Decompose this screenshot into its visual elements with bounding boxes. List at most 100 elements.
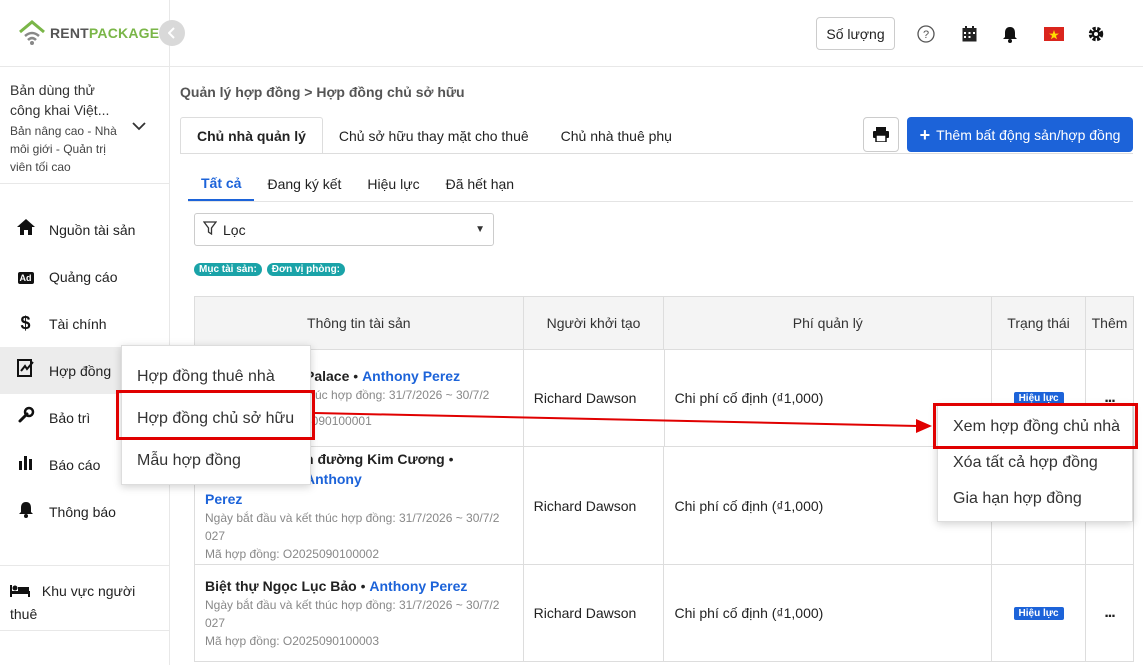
table-header: Thông tin tài sản Người khởi tạo Phí quả… xyxy=(195,297,1134,350)
tab-owner-lease-on-behalf[interactable]: Chủ sở hữu thay mặt cho thuê xyxy=(323,117,545,154)
fee-cell: Chi phí cố định (₫1,000) xyxy=(664,565,993,661)
calendar-icon[interactable] xyxy=(962,26,977,47)
asset-info-cell: Biệt thự Ngọc Lục Bảo • Anthony Perez Ng… xyxy=(195,565,524,661)
printer-icon xyxy=(873,127,889,142)
asset-name: Biệt thự Ngọc Lục Bảo xyxy=(205,578,357,594)
logo[interactable]: RENTPACKAGE xyxy=(18,20,159,46)
column-header: Trạng thái xyxy=(992,297,1086,349)
sidebar-item-finance[interactable]: $ Tài chính xyxy=(0,300,170,347)
contract-dates-wrap: 027 xyxy=(205,616,226,630)
add-button-label: Thêm bất động sản/hợp đồng xyxy=(936,126,1121,143)
column-header: Phí quản lý xyxy=(664,297,993,349)
tab-signing[interactable]: Đang ký kết xyxy=(254,166,354,202)
svg-text:?: ? xyxy=(923,29,929,41)
status-badge: Hiệu lực xyxy=(1013,606,1064,620)
separator: • xyxy=(360,578,366,594)
caret-down-icon: ▼ xyxy=(475,224,485,235)
chevron-down-icon xyxy=(132,119,146,134)
logo-text: RENTPACKAGE xyxy=(50,25,159,41)
help-icon[interactable]: ? xyxy=(917,25,935,48)
sidebar-item-tenant-area[interactable]: Khu vực người thuê xyxy=(0,565,170,631)
contract-dates-wrap: 027 xyxy=(205,528,226,543)
filter-icon xyxy=(202,221,218,238)
tab-expired[interactable]: Đã hết hạn xyxy=(433,166,528,202)
sidebar-item-notifications[interactable]: Thông báo xyxy=(0,488,170,535)
plan-name: Bản dùng thử công khai Việt... xyxy=(10,82,110,118)
creator-cell: Richard Dawson xyxy=(524,447,665,564)
bar-chart-icon xyxy=(16,454,35,475)
tab-effective[interactable]: Hiệu lực xyxy=(354,166,432,202)
separator: • xyxy=(448,450,454,467)
submenu-item-contract-template[interactable]: Mẫu hợp đồng xyxy=(122,440,310,482)
asset-name: Palace xyxy=(305,368,350,384)
owner-type-tabs: Chủ nhà quản lý Chủ sở hữu thay mặt cho … xyxy=(180,117,688,154)
sidebar-item-asset-source[interactable]: Nguồn tài sản xyxy=(0,206,170,253)
filter-chips: Mục tài sản: Đơn vị phòng: xyxy=(194,263,346,276)
gear-icon[interactable] xyxy=(1087,25,1105,48)
owner-link[interactable]: Anthony Perez xyxy=(369,578,467,594)
bed-icon xyxy=(10,581,30,603)
owner-link[interactable]: Anthony Perez xyxy=(362,368,460,384)
action-delete-all-contracts[interactable]: Xóa tất cả hợp đồng xyxy=(938,445,1132,481)
owner-link[interactable]: Anthony xyxy=(305,471,362,487)
dollar-icon: $ xyxy=(20,313,31,333)
creator-cell: Richard Dawson xyxy=(524,350,665,446)
sidebar-item-label: Nguồn tài sản xyxy=(49,221,136,238)
home-icon xyxy=(16,219,35,240)
add-property-contract-button[interactable]: + Thêm bất động sản/hợp đồng xyxy=(907,117,1133,152)
tab-landlord-managed[interactable]: Chủ nhà quản lý xyxy=(180,117,323,154)
bell-icon xyxy=(16,501,35,523)
subtabs-divider xyxy=(188,201,1133,202)
status-cell: Hiệu lực xyxy=(992,565,1087,661)
contract-dates: Ngày bắt đầu và kết thúc hợp đồng: 31/7/… xyxy=(205,510,500,525)
plan-subtitle: Bản nâng cao - Nhà môi giới - Quản trị v… xyxy=(10,124,117,174)
logo-rent: RENT xyxy=(50,25,89,41)
top-header: Số lượng ? xyxy=(170,0,1143,67)
breadcrumb: Quản lý hợp đồng > Hợp đồng chủ sở hữu xyxy=(180,84,465,100)
asset-name: n đường Kim Cương xyxy=(305,450,445,467)
vietnam-flag-icon[interactable] xyxy=(1044,27,1064,46)
asset-title: Palace • Anthony Perez xyxy=(305,366,460,386)
creator-cell: Richard Dawson xyxy=(524,565,665,661)
contract-dates: thúc hợp đồng: 31/7/2026 ~ 30/7/2 xyxy=(305,388,490,402)
plus-icon: + xyxy=(919,124,931,145)
column-header: Người khởi tạo xyxy=(523,297,665,349)
highlight-box xyxy=(116,390,315,440)
action-renew-contract[interactable]: Gia hạn hợp đồng xyxy=(938,481,1132,517)
contract-code: Mã hợp đồng: O2025090100002 xyxy=(205,546,380,561)
ad-icon: Ad xyxy=(17,271,34,284)
sidebar-item-label: Quảng cáo xyxy=(49,268,118,285)
chip-asset-category[interactable]: Mục tài sản: xyxy=(194,263,262,276)
owner-link-wrap[interactable]: Perez xyxy=(205,491,242,507)
logo-package: PACKAGE xyxy=(88,25,160,41)
chip-room-unit[interactable]: Đơn vị phòng: xyxy=(266,263,346,276)
sidebar-item-ads[interactable]: Ad Quảng cáo xyxy=(0,253,170,300)
highlight-box xyxy=(933,403,1138,449)
filter-label: Lọc xyxy=(223,221,246,238)
tab-sublease-landlord[interactable]: Chủ nhà thuê phụ xyxy=(545,117,688,154)
tab-all[interactable]: Tất cả xyxy=(188,166,255,202)
sidebar-item-label: Bảo trì xyxy=(49,409,91,426)
separator: • xyxy=(353,368,359,384)
wrench-icon xyxy=(16,406,35,429)
filter-select[interactable]: Lọc ▼ xyxy=(194,213,494,246)
bell-icon[interactable] xyxy=(1002,26,1018,48)
asset-title-wrap: Perez xyxy=(205,489,242,509)
column-header: Thông tin tài sản xyxy=(195,297,524,349)
table-row[interactable]: Biệt thự Ngọc Lục Bảo • Anthony Perez Ng… xyxy=(195,565,1134,662)
sidebar-item-label: Thông báo xyxy=(49,503,116,520)
more-actions-button[interactable]: ... xyxy=(1086,565,1134,661)
contract-code: Mã hợp đồng: O2025090100003 xyxy=(205,634,380,648)
column-header: Thêm xyxy=(1086,297,1134,349)
sidebar-item-label: Tài chính xyxy=(49,315,107,332)
contract-code: 5090100001 xyxy=(305,414,372,428)
contract-dates: Ngày bắt đầu và kết thúc hợp đồng: 31/7/… xyxy=(205,598,500,612)
print-button[interactable] xyxy=(863,117,899,152)
collapse-sidebar-button[interactable] xyxy=(159,20,185,46)
contract-icon xyxy=(16,359,35,382)
quantity-button[interactable]: Số lượng xyxy=(816,17,895,50)
asset-title: Biệt thự Ngọc Lục Bảo • Anthony Perez xyxy=(205,576,467,596)
wifi-house-icon xyxy=(19,20,45,45)
plan-selector[interactable]: Bản dùng thử công khai Việt... Bản nâng … xyxy=(0,66,170,184)
status-tabs: Tất cả Đang ký kết Hiệu lực Đã hết hạn xyxy=(188,166,527,202)
